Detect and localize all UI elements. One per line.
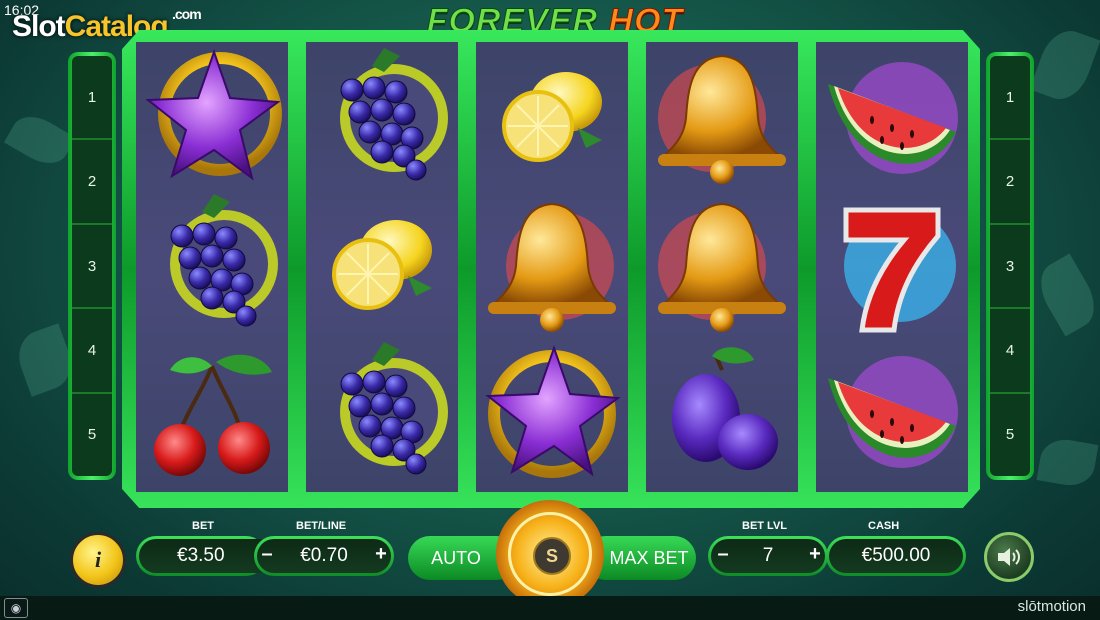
cash-value: €500.00 — [829, 539, 963, 573]
background-leaf — [4, 107, 76, 173]
bet-lvl-minus-button[interactable]: – — [712, 538, 734, 570]
bet-label: BET — [192, 520, 214, 532]
spin-center[interactable]: S — [533, 537, 571, 575]
watermelon-icon — [828, 62, 958, 174]
bottom-bar — [0, 596, 1100, 620]
payline-2[interactable]: 2 — [990, 140, 1030, 225]
bet-line-minus-button[interactable]: – — [256, 538, 278, 570]
reel-1 — [136, 42, 288, 492]
watermark-com: .com — [172, 6, 202, 22]
star-icon — [485, 344, 621, 478]
watermelon-icon — [828, 356, 958, 468]
reel-2 — [306, 42, 458, 492]
bet-lvl-label: BET LVL — [742, 520, 788, 532]
info-icon: i — [94, 547, 102, 572]
bet-line-label: BET/LINE — [296, 520, 347, 532]
payline-5[interactable]: 5 — [990, 394, 1030, 476]
reel-3 — [476, 42, 628, 492]
background-leaf — [1030, 253, 1100, 337]
bell-icon — [658, 202, 786, 332]
reel-4 — [646, 42, 798, 492]
provider-logo: slōtmotion — [1017, 598, 1086, 615]
payline-3[interactable]: 3 — [72, 225, 112, 310]
cash-display: €500.00 — [826, 536, 966, 576]
reel-5 — [816, 42, 968, 492]
info-button[interactable]: i — [70, 532, 126, 588]
lemon-icon — [502, 72, 602, 162]
background-leaf — [1029, 23, 1100, 107]
watermark-slot: Slot — [12, 10, 66, 43]
paylines-right: 1 2 3 4 5 — [986, 52, 1034, 480]
camera-icon[interactable]: ◉ — [4, 598, 28, 618]
bet-line-plus-button[interactable]: + — [370, 538, 392, 570]
bell-icon — [658, 54, 786, 184]
grapes-icon — [170, 194, 278, 327]
grapes-icon — [340, 342, 448, 475]
bet-lvl-plus-button[interactable]: + — [804, 538, 826, 570]
payline-3[interactable]: 3 — [990, 225, 1030, 310]
speaker-icon — [998, 548, 1020, 566]
star-icon — [145, 48, 282, 181]
background-leaf — [1036, 435, 1099, 490]
payline-4[interactable]: 4 — [990, 309, 1030, 394]
payline-1[interactable]: 1 — [72, 56, 112, 141]
cash-label: CASH — [868, 520, 900, 532]
payline-4[interactable]: 4 — [72, 309, 112, 394]
payline-2[interactable]: 2 — [72, 140, 112, 225]
bell-icon — [488, 202, 616, 332]
grapes-icon — [340, 48, 448, 181]
paylines-left: 1 2 3 4 5 — [68, 52, 116, 480]
seven-icon — [843, 207, 956, 333]
lemon-icon — [332, 220, 432, 310]
sound-button[interactable] — [984, 532, 1034, 582]
cherries-icon — [154, 354, 272, 476]
payline-1[interactable]: 1 — [990, 56, 1030, 141]
bet-display: €3.50 — [136, 536, 301, 576]
payline-5[interactable]: 5 — [72, 394, 112, 476]
plum-icon — [672, 347, 778, 470]
